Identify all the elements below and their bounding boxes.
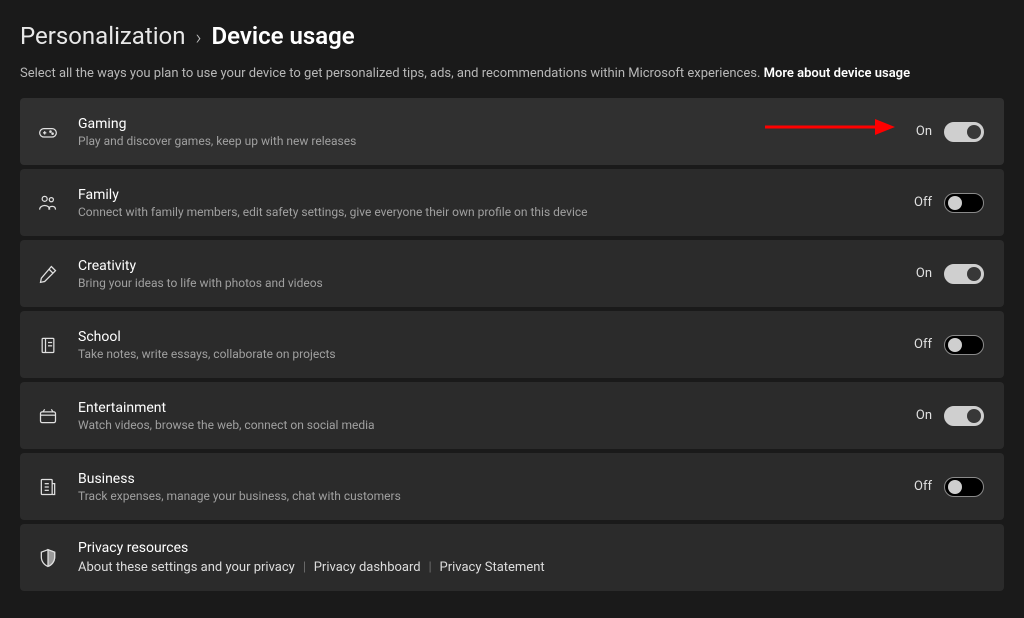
setting-title: Creativity xyxy=(78,258,898,274)
setting-control-creativity: On xyxy=(916,264,984,284)
setting-title: Business xyxy=(78,471,896,487)
setting-desc: Bring your ideas to life with photos and… xyxy=(78,276,898,290)
setting-text-creativity: Creativity Bring your ideas to life with… xyxy=(78,258,898,290)
toggle-creativity[interactable] xyxy=(944,264,984,284)
more-about-link[interactable]: More about device usage xyxy=(764,66,910,81)
toggle-business[interactable] xyxy=(944,477,984,497)
breadcrumb: Personalization › Device usage xyxy=(20,22,1004,50)
toggle-family[interactable] xyxy=(944,193,984,213)
setting-desc: Take notes, write essays, collaborate on… xyxy=(78,347,896,361)
chevron-right-icon: › xyxy=(196,25,202,49)
settings-list: Gaming Play and discover games, keep up … xyxy=(20,98,1004,591)
link-divider: | xyxy=(303,560,306,575)
setting-row-entertainment: Entertainment Watch videos, browse the w… xyxy=(20,382,1004,449)
setting-control-business: Off xyxy=(914,477,984,497)
setting-title: Privacy resources xyxy=(78,540,984,556)
setting-text-family: Family Connect with family members, edit… xyxy=(78,187,896,219)
toggle-status-label: On xyxy=(916,266,932,281)
toggle-school[interactable] xyxy=(944,335,984,355)
setting-desc: Play and discover games, keep up with ne… xyxy=(78,134,898,148)
privacy-link-statement[interactable]: Privacy Statement xyxy=(440,560,545,575)
link-divider: | xyxy=(429,560,432,575)
shield-icon xyxy=(36,546,60,570)
toggle-status-label: Off xyxy=(914,195,932,210)
setting-text-entertainment: Entertainment Watch videos, browse the w… xyxy=(78,400,898,432)
setting-title: School xyxy=(78,329,896,345)
setting-row-gaming: Gaming Play and discover games, keep up … xyxy=(20,98,1004,165)
privacy-link-about[interactable]: About these settings and your privacy xyxy=(78,560,295,575)
setting-row-privacy-resources: Privacy resources About these settings a… xyxy=(20,524,1004,591)
page-subtitle: Select all the ways you plan to use your… xyxy=(20,66,1004,81)
gaming-icon xyxy=(36,120,60,144)
breadcrumb-parent[interactable]: Personalization xyxy=(20,22,186,50)
setting-control-school: Off xyxy=(914,335,984,355)
setting-row-school: School Take notes, write essays, collabo… xyxy=(20,311,1004,378)
privacy-link-dashboard[interactable]: Privacy dashboard xyxy=(314,560,421,575)
setting-text-gaming: Gaming Play and discover games, keep up … xyxy=(78,116,898,148)
toggle-status-label: On xyxy=(916,124,932,139)
setting-row-creativity: Creativity Bring your ideas to life with… xyxy=(20,240,1004,307)
toggle-entertainment[interactable] xyxy=(944,406,984,426)
creativity-icon xyxy=(36,262,60,286)
setting-desc: Connect with family members, edit safety… xyxy=(78,205,896,219)
setting-text-privacy-resources: Privacy resources About these settings a… xyxy=(78,540,984,575)
setting-control-family: Off xyxy=(914,193,984,213)
setting-title: Entertainment xyxy=(78,400,898,416)
page-title: Device usage xyxy=(211,22,354,50)
family-icon xyxy=(36,191,60,215)
entertainment-icon xyxy=(36,404,60,428)
business-icon xyxy=(36,475,60,499)
subtitle-text: Select all the ways you plan to use your… xyxy=(20,66,764,81)
setting-title: Family xyxy=(78,187,896,203)
setting-row-family: Family Connect with family members, edit… xyxy=(20,169,1004,236)
toggle-status-label: Off xyxy=(914,479,932,494)
setting-row-business: Business Track expenses, manage your bus… xyxy=(20,453,1004,520)
toggle-status-label: On xyxy=(916,408,932,423)
setting-desc: Track expenses, manage your business, ch… xyxy=(78,489,896,503)
setting-text-school: School Take notes, write essays, collabo… xyxy=(78,329,896,361)
setting-desc: Watch videos, browse the web, connect on… xyxy=(78,418,898,432)
toggle-gaming[interactable] xyxy=(944,122,984,142)
setting-control-gaming: On xyxy=(916,122,984,142)
setting-text-business: Business Track expenses, manage your bus… xyxy=(78,471,896,503)
privacy-links: About these settings and your privacy | … xyxy=(78,560,984,575)
school-icon xyxy=(36,333,60,357)
toggle-status-label: Off xyxy=(914,337,932,352)
setting-title: Gaming xyxy=(78,116,898,132)
setting-control-entertainment: On xyxy=(916,406,984,426)
